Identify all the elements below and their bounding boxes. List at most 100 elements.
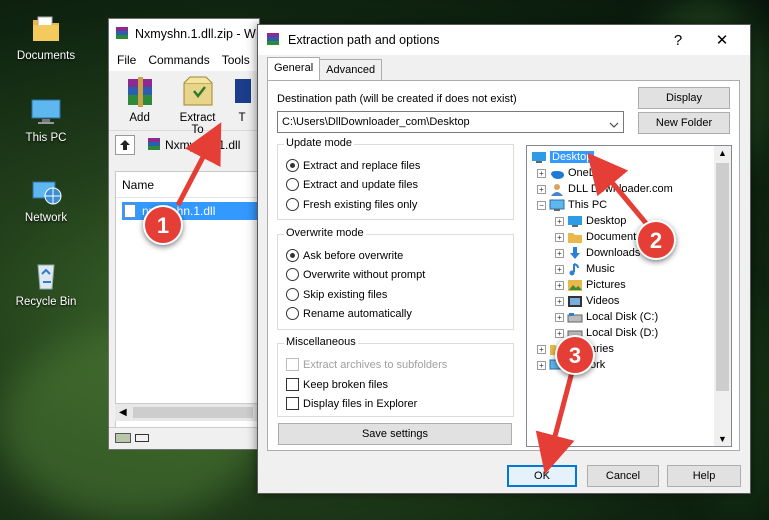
extract-to-label: Extract To bbox=[179, 112, 216, 136]
destination-path-value: C:\Users\DllDownloader_com\Desktop bbox=[282, 116, 470, 128]
expand-icon[interactable]: + bbox=[555, 312, 564, 322]
miscellaneous-group: Miscellaneous Extract archives to subfol… bbox=[277, 336, 514, 417]
tree-item-pictures[interactable]: + Pictures bbox=[555, 277, 626, 293]
new-folder-button[interactable]: New Folder bbox=[638, 112, 730, 134]
winrar-app-icon bbox=[115, 26, 129, 43]
folder-tree-scrollbar[interactable]: ▲ ▼ bbox=[714, 146, 731, 446]
annotation-step-3: 3 bbox=[555, 335, 595, 375]
computer-icon bbox=[549, 199, 565, 212]
radio-skip-existing[interactable]: Skip existing files bbox=[286, 288, 387, 301]
checkbox-extract-subfolders[interactable]: Extract archives to subfolders bbox=[286, 358, 447, 371]
up-folder-icon[interactable] bbox=[115, 135, 135, 155]
option-label: Keep broken files bbox=[303, 378, 388, 391]
scroll-down-icon[interactable]: ▼ bbox=[718, 434, 727, 444]
help-button[interactable]: Help bbox=[667, 465, 741, 487]
desktop-icon-label: Recycle Bin bbox=[15, 296, 77, 308]
extract-to-button[interactable]: Extract To bbox=[172, 75, 223, 136]
expand-icon[interactable]: + bbox=[537, 168, 546, 178]
column-header-name[interactable]: Name bbox=[116, 172, 259, 198]
winrar-statusbar bbox=[109, 427, 259, 449]
dll-file-icon bbox=[124, 204, 136, 218]
expand-icon[interactable]: + bbox=[537, 184, 546, 194]
ok-button[interactable]: OK bbox=[507, 465, 577, 487]
scroll-thumb[interactable] bbox=[716, 163, 729, 391]
expand-icon[interactable]: + bbox=[555, 296, 564, 306]
winrar-title-bar[interactable]: Nxmyshn.1.dll.zip - W bbox=[109, 19, 259, 49]
dialog-title-bar[interactable]: Extraction path and options ? ✕ bbox=[258, 25, 750, 55]
tree-item-music[interactable]: + Music bbox=[555, 261, 615, 277]
display-button[interactable]: Display bbox=[638, 87, 730, 109]
menu-commands[interactable]: Commands bbox=[148, 53, 209, 67]
tree-item-local-disk-c[interactable]: + Local Disk (C:) bbox=[555, 309, 658, 325]
update-mode-group: Update mode Extract and replace files Ex… bbox=[277, 137, 514, 220]
desktop-icon-network[interactable]: Network bbox=[8, 174, 84, 224]
menu-tools[interactable]: Tools bbox=[222, 53, 250, 67]
desktop-icon-documents[interactable]: Documents bbox=[8, 12, 84, 62]
collapse-icon[interactable]: − bbox=[537, 200, 546, 210]
file-list-hscrollbar[interactable]: ◀ bbox=[115, 403, 260, 421]
menu-file[interactable]: File bbox=[117, 53, 136, 67]
option-label: Display files in Explorer bbox=[303, 397, 418, 410]
radio-fresh-existing[interactable]: Fresh existing files only bbox=[286, 198, 417, 211]
scroll-left-icon[interactable]: ◀ bbox=[119, 407, 127, 418]
close-button[interactable]: ✕ bbox=[702, 25, 742, 55]
expand-icon[interactable]: + bbox=[555, 328, 564, 338]
save-settings-button[interactable]: Save settings bbox=[278, 423, 512, 445]
winrar-window: Nxmyshn.1.dll.zip - W File Commands Tool… bbox=[108, 18, 260, 450]
help-title-button[interactable]: ? bbox=[658, 25, 698, 55]
add-archive-icon bbox=[122, 75, 158, 109]
tree-item-videos[interactable]: + Videos bbox=[555, 293, 619, 309]
tree-item-pc-desktop[interactable]: + Desktop bbox=[555, 213, 626, 229]
add-button[interactable]: Add bbox=[117, 75, 162, 126]
radio-ask-before[interactable]: Ask before overwrite bbox=[286, 249, 403, 262]
cancel-button[interactable]: Cancel bbox=[587, 465, 659, 487]
desktop-icon-recycle-bin[interactable]: Recycle Bin bbox=[8, 258, 84, 308]
hscroll-thumb[interactable] bbox=[133, 407, 253, 418]
expand-icon[interactable]: + bbox=[537, 344, 546, 354]
folder-tree: Desktop + OneDrive + DLL Downloader.com … bbox=[526, 145, 732, 447]
expand-icon[interactable]: + bbox=[555, 216, 564, 226]
option-label: Extract and replace files bbox=[303, 159, 421, 172]
radio-icon bbox=[286, 288, 299, 301]
file-list: Name nxmyshn.1.dll bbox=[115, 171, 260, 441]
overwrite-mode-group: Overwrite mode Ask before overwrite Over… bbox=[277, 227, 514, 330]
radio-overwrite-without[interactable]: Overwrite without prompt bbox=[286, 268, 425, 281]
expand-icon[interactable]: + bbox=[555, 232, 564, 242]
recycle-bin-icon bbox=[29, 258, 63, 292]
tree-item-user[interactable]: + DLL Downloader.com bbox=[537, 181, 673, 197]
tab-advanced[interactable]: Advanced bbox=[319, 59, 383, 80]
tree-item-documents[interactable]: + Documents bbox=[555, 229, 642, 245]
toolbar-third-label: T bbox=[238, 112, 246, 124]
desktop-icon-this-pc[interactable]: This PC bbox=[8, 94, 84, 144]
folder-documents-icon bbox=[567, 231, 583, 244]
expand-icon[interactable]: + bbox=[537, 360, 546, 370]
toolbar-third-button[interactable]: T bbox=[233, 75, 251, 126]
extract-to-icon bbox=[180, 75, 216, 109]
scroll-up-icon[interactable]: ▲ bbox=[718, 148, 727, 158]
tree-item-this-pc[interactable]: − This PC bbox=[537, 197, 607, 213]
overwrite-mode-title: Overwrite mode bbox=[284, 227, 366, 239]
radio-extract-replace[interactable]: Extract and replace files bbox=[286, 159, 420, 172]
checkbox-keep-broken[interactable]: Keep broken files bbox=[286, 378, 388, 391]
destination-path-combo[interactable]: C:\Users\DllDownloader_com\Desktop bbox=[277, 111, 624, 133]
radio-extract-update[interactable]: Extract and update files bbox=[286, 178, 418, 191]
tree-item-desktop[interactable]: Desktop bbox=[531, 149, 595, 165]
videos-icon bbox=[567, 295, 583, 308]
expand-icon[interactable]: + bbox=[555, 248, 564, 258]
expand-icon[interactable]: + bbox=[555, 264, 564, 274]
desktop-icon bbox=[567, 215, 583, 228]
download-icon bbox=[567, 246, 583, 260]
tree-item-downloads[interactable]: + Downloads bbox=[555, 245, 640, 261]
archive-path[interactable]: Nxmyshn.1.dll bbox=[165, 138, 240, 152]
chevron-down-icon[interactable] bbox=[609, 117, 619, 128]
checkbox-display-explorer[interactable]: Display files in Explorer bbox=[286, 397, 417, 410]
radio-rename-auto[interactable]: Rename automatically bbox=[286, 307, 412, 320]
general-tab-panel: Destination path (will be created if doe… bbox=[267, 80, 740, 451]
winrar-title: Nxmyshn.1.dll.zip - W bbox=[135, 27, 256, 41]
file-row-selected[interactable]: nxmyshn.1.dll bbox=[122, 202, 259, 220]
option-label: Extract archives to subfolders bbox=[303, 358, 448, 371]
option-label: Ask before overwrite bbox=[303, 249, 404, 262]
tab-general[interactable]: General bbox=[267, 57, 321, 80]
expand-icon[interactable]: + bbox=[555, 280, 564, 290]
tree-item-onedrive[interactable]: + OneDrive bbox=[537, 165, 614, 181]
